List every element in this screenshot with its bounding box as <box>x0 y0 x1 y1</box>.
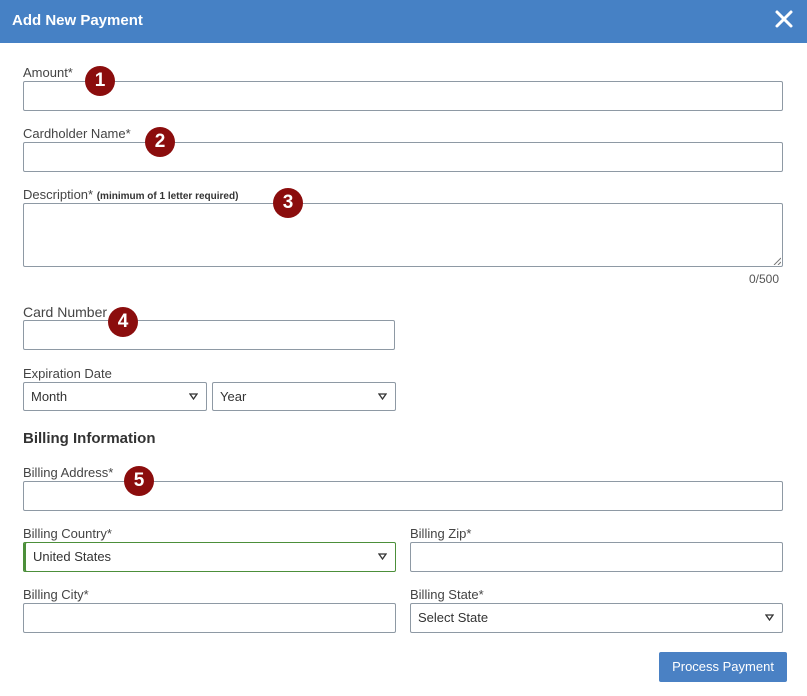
amount-input[interactable] <box>23 81 783 111</box>
amount-label: Amount* <box>23 65 73 80</box>
month-select[interactable]: Month <box>23 382 207 411</box>
chevron-down-icon <box>189 393 198 400</box>
billing-state-value: Select State <box>418 610 489 625</box>
cardholder-input[interactable] <box>23 142 783 172</box>
chevron-down-icon <box>378 393 387 400</box>
billing-address-label: Billing Address* <box>23 465 114 480</box>
year-select-value: Year <box>220 389 247 404</box>
billing-country-value: United States <box>33 549 112 564</box>
annotation-badge: 3 <box>273 188 303 218</box>
billing-country-label: Billing Country* <box>23 526 112 541</box>
annotation-badge: 1 <box>85 66 115 96</box>
chevron-down-icon <box>765 614 774 621</box>
description-counter: 0/500 <box>749 272 780 286</box>
billing-country-select[interactable]: United States <box>23 542 396 572</box>
billing-state-label: Billing State* <box>410 587 484 602</box>
description-label: Description* (minimum of 1 letter requir… <box>23 187 238 202</box>
process-payment-button[interactable]: Process Payment <box>659 652 787 682</box>
billing-state-select[interactable]: Select State <box>410 603 783 633</box>
billing-zip-label: Billing Zip* <box>410 526 472 541</box>
chevron-down-icon <box>378 553 387 560</box>
dialog-title: Add New Payment <box>12 12 143 29</box>
annotation-badge: 4 <box>108 307 138 337</box>
billing-city-input[interactable] <box>23 603 396 633</box>
description-hint: (minimum of 1 letter required) <box>96 191 239 202</box>
annotation-badge: 2 <box>145 127 175 157</box>
dialog-header: Add New Payment <box>0 0 807 43</box>
description-label-text: Description* <box>23 187 94 202</box>
annotation-badge: 5 <box>124 466 154 496</box>
card-number-label: Card Number <box>23 304 108 320</box>
year-select[interactable]: Year <box>212 382 396 411</box>
billing-heading: Billing Information <box>23 430 156 447</box>
close-icon[interactable] <box>774 9 794 29</box>
description-textarea[interactable] <box>23 203 783 267</box>
resize-grip-icon[interactable] <box>773 257 781 265</box>
cardholder-label: Cardholder Name* <box>23 126 131 141</box>
month-select-value: Month <box>31 389 68 404</box>
expiration-label: Expiration Date <box>23 366 112 381</box>
card-number-input[interactable] <box>23 320 395 350</box>
billing-city-label: Billing City* <box>23 587 89 602</box>
billing-zip-input[interactable] <box>410 542 783 572</box>
